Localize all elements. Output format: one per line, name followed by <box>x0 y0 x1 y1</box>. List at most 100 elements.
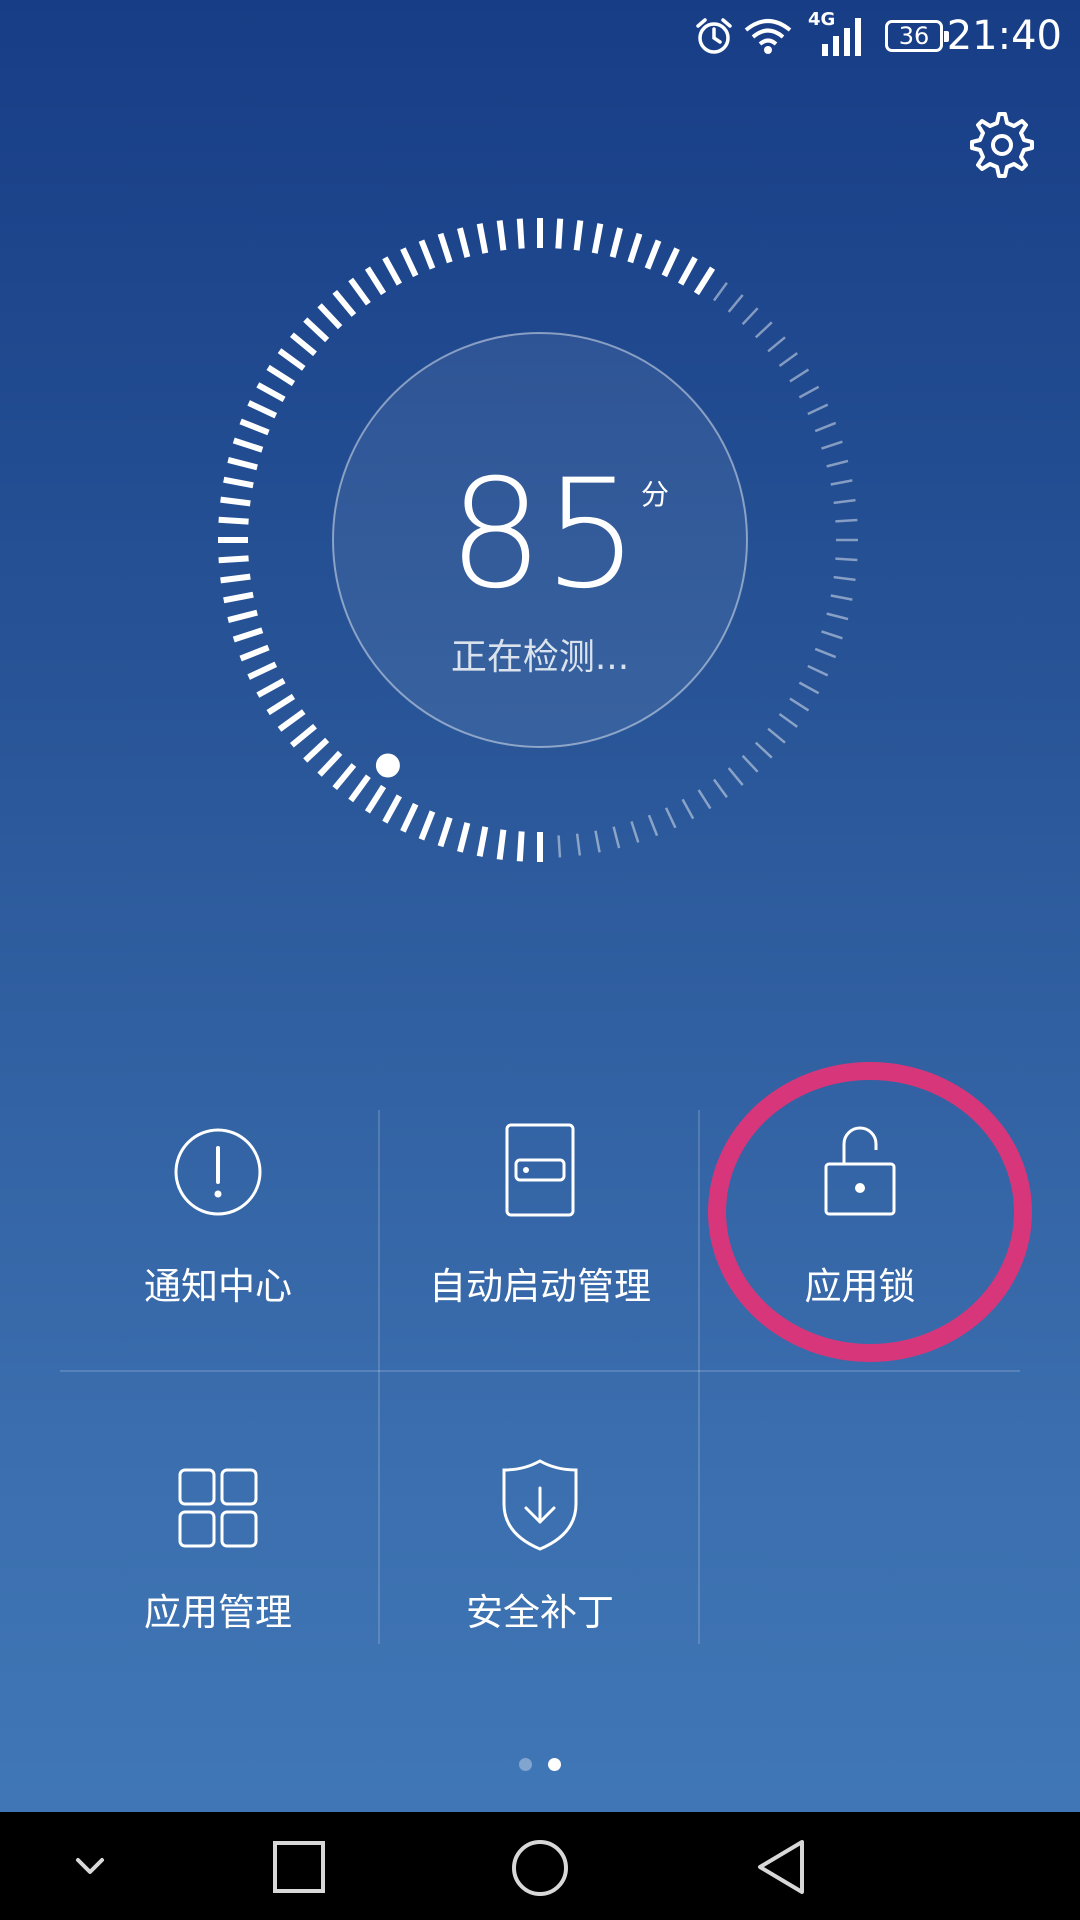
gauge-tick <box>833 498 856 505</box>
gauge-tick <box>400 247 419 278</box>
gauge-tick <box>821 630 843 640</box>
tile-auto-start-management[interactable]: 自动启动管理 <box>380 1110 700 1368</box>
gauge-tick <box>277 348 306 371</box>
gauge-tick <box>496 220 507 251</box>
gauge-tick <box>516 831 525 862</box>
gauge-tick <box>644 239 662 270</box>
gauge-tick <box>712 778 728 799</box>
gauge-tick <box>627 232 643 264</box>
gauge-tick <box>814 647 837 659</box>
tile-app-management[interactable]: 应用管理 <box>58 1380 378 1644</box>
score-unit: 分 <box>641 478 670 511</box>
gauge-tick <box>400 802 419 833</box>
gauge-tick <box>382 794 402 824</box>
gauge-tick <box>218 555 249 564</box>
gauge-tick <box>364 784 387 814</box>
gauge-tick <box>516 218 525 249</box>
tile-label: 安全补丁 <box>466 1591 614 1634</box>
status-bar: 4G 36 21:40 <box>0 0 1080 72</box>
gauge-tick <box>289 332 317 357</box>
tile-label: 通知中心 <box>144 1265 292 1308</box>
gauge-tick <box>661 247 680 278</box>
page-dot-active <box>548 1758 561 1771</box>
highlight-circle <box>708 1062 1032 1362</box>
gauge-tick <box>630 821 640 843</box>
tile-security-patch[interactable]: 安全补丁 <box>380 1380 700 1644</box>
gauge-progress-dot <box>375 753 400 778</box>
battery-indicator: 36 <box>885 20 949 52</box>
tile-notification-center[interactable]: 通知中心 <box>58 1110 378 1368</box>
gauge-tick <box>303 737 330 763</box>
gauge-tick <box>227 457 258 471</box>
shield-download-icon <box>502 1459 578 1551</box>
gauge-tick <box>496 829 507 860</box>
gauge-tick <box>835 518 858 523</box>
chevron-down-icon[interactable] <box>72 1852 108 1880</box>
gauge-tick <box>317 303 343 330</box>
gauge-tick <box>232 627 264 643</box>
gauge-tick <box>348 774 371 803</box>
gauge-tick <box>830 479 853 486</box>
gauge-tick <box>767 336 786 353</box>
gauge-tick <box>826 459 849 468</box>
gauge-tick <box>807 664 829 677</box>
gauge-tick <box>218 516 249 525</box>
gauge-tick <box>741 754 759 773</box>
gauge-tick <box>835 557 858 562</box>
gauge-tick <box>348 277 371 306</box>
grid-apps-icon <box>178 1468 258 1548</box>
gauge-tick <box>821 440 843 450</box>
gauge-tick <box>647 814 659 837</box>
gauge-tick <box>789 368 810 383</box>
gauge-tick <box>767 727 786 744</box>
gauge-tick <box>833 575 856 582</box>
home-button[interactable] <box>510 1838 570 1898</box>
gauge-tick <box>457 227 471 258</box>
gauge-tick <box>573 220 584 251</box>
gauge-tick <box>457 822 471 853</box>
gauge-tick <box>712 281 728 302</box>
gauge-tick <box>476 223 489 254</box>
gauge-tick <box>247 661 278 680</box>
gauge-tick <box>223 591 254 604</box>
gauge-tick <box>239 418 270 436</box>
gauge-tick <box>332 763 357 791</box>
gauge-tick <box>256 382 286 402</box>
alert-circle-icon <box>174 1128 262 1216</box>
gauge-tick <box>778 352 799 368</box>
gauge-tick <box>830 594 853 601</box>
gauge-tick <box>437 232 453 264</box>
gauge-tick <box>317 750 343 777</box>
gauge-tick <box>227 609 258 623</box>
gauge-tick <box>612 826 621 849</box>
gauge-tick <box>418 239 436 270</box>
gauge-tick <box>256 678 286 698</box>
grid-divider <box>60 1370 1020 1372</box>
status-time: 21:40 <box>946 13 1062 59</box>
gauge-tick <box>814 421 837 433</box>
wifi-icon <box>744 19 792 54</box>
gauge-tick <box>789 697 810 712</box>
recent-apps-button[interactable] <box>272 1840 326 1894</box>
gauge-tick <box>437 816 453 848</box>
gauge-tick <box>223 476 254 489</box>
gauge-tick <box>239 644 270 662</box>
gauge-tick <box>232 437 264 453</box>
gauge-tick <box>266 364 296 387</box>
gauge-tick <box>382 256 402 286</box>
gauge-tick <box>332 289 357 317</box>
gauge-tick <box>664 807 677 829</box>
settings-gear-icon[interactable] <box>965 108 1039 182</box>
gauge-tick <box>681 798 695 820</box>
gauge-tick <box>591 223 604 254</box>
gauge-tick <box>807 403 829 416</box>
page-indicator <box>0 1758 1080 1778</box>
gauge-tick <box>555 218 564 249</box>
gauge-tick <box>575 833 582 856</box>
back-button[interactable] <box>754 1838 806 1896</box>
gauge-tick <box>277 709 306 732</box>
gauge-tick <box>220 496 251 507</box>
signal-icon <box>822 18 861 56</box>
gauge-tick <box>247 400 278 419</box>
gauge-tick <box>303 317 330 343</box>
